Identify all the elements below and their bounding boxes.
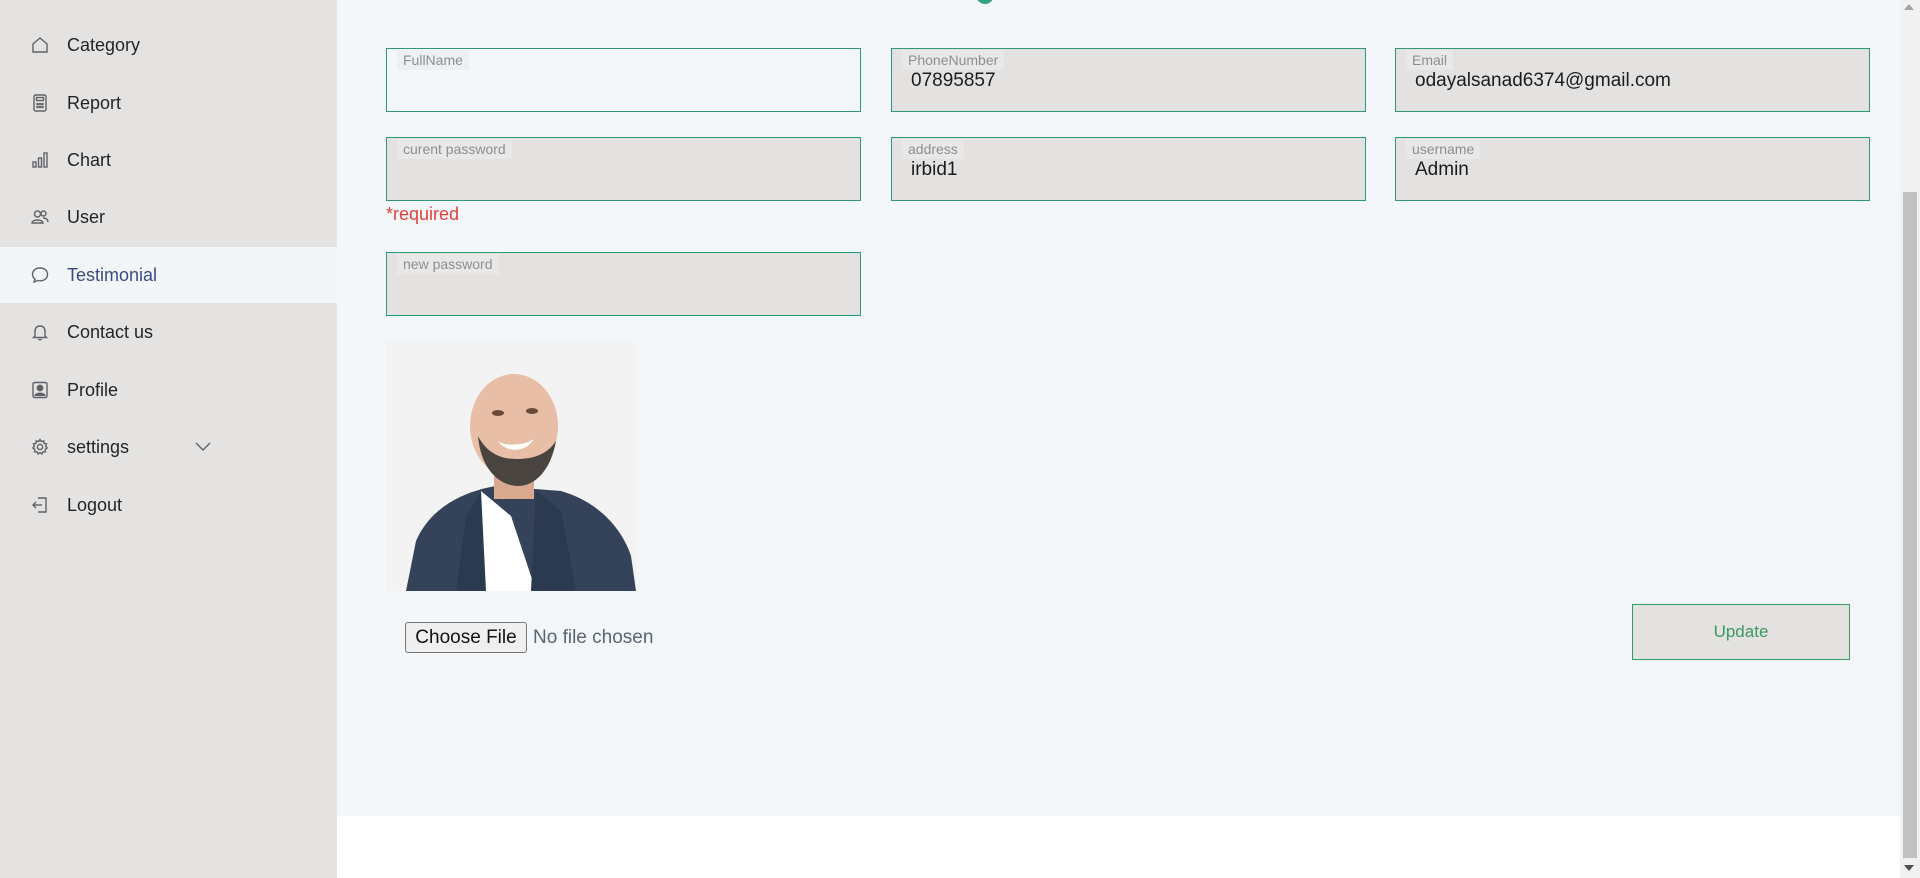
sidebar-item-label: Logout xyxy=(67,494,123,515)
avatar-illustration xyxy=(386,341,636,591)
bar-chart-icon xyxy=(29,149,51,171)
sidebar-item-label: Profile xyxy=(67,379,119,400)
required-error-message: *required xyxy=(386,204,460,224)
sidebar-item-report[interactable]: Report xyxy=(0,75,337,131)
sidebar-item-label: User xyxy=(67,206,106,227)
address-value[interactable]: irbid1 xyxy=(911,158,1351,182)
file-status-text: No file chosen xyxy=(533,627,654,648)
chevron-down-icon[interactable] xyxy=(194,437,212,455)
fullname-field[interactable]: FullName xyxy=(386,48,861,112)
status-dot xyxy=(976,0,994,4)
sidebar-item-label: Chart xyxy=(67,149,112,170)
profile-card-icon xyxy=(29,379,51,401)
home-icon xyxy=(29,34,51,56)
new-password-field[interactable]: new password xyxy=(386,252,861,316)
username-value[interactable]: Admin xyxy=(1415,158,1855,182)
sidebar-item-chart[interactable]: Chart xyxy=(0,132,337,188)
username-field[interactable]: username Admin xyxy=(1395,137,1870,201)
phone-field[interactable]: PhoneNumber 07895857 xyxy=(891,48,1366,112)
gear-icon xyxy=(29,436,51,458)
sidebar-item-label: Testimonial xyxy=(67,264,158,285)
sidebar-item-user[interactable]: User xyxy=(0,189,337,245)
new-password-label: new password xyxy=(397,254,499,274)
sidebar-item-label: settings xyxy=(67,436,130,457)
sidebar-item-contact-us[interactable]: Contact us xyxy=(0,304,337,360)
sidebar-item-label: Category xyxy=(67,34,141,55)
bell-icon xyxy=(29,321,51,343)
chat-bubble-icon xyxy=(29,264,51,286)
users-icon xyxy=(29,206,51,228)
sidebar-item-label: Contact us xyxy=(67,321,154,342)
sidebar-item-label: Report xyxy=(67,92,122,113)
address-label: address xyxy=(902,139,964,159)
sidebar-item-category[interactable]: Category xyxy=(0,17,337,73)
new-password-input[interactable] xyxy=(406,273,846,297)
current-password-field[interactable]: curent password xyxy=(386,137,861,201)
logout-icon xyxy=(29,494,51,516)
scrollbar-thumb[interactable] xyxy=(1903,192,1917,858)
scroll-down-arrow-icon[interactable] xyxy=(1904,865,1914,871)
calculator-icon xyxy=(29,92,51,114)
current-password-label: curent password xyxy=(397,139,512,159)
sidebar-item-profile[interactable]: Profile xyxy=(0,362,337,418)
scroll-up-arrow-icon[interactable] xyxy=(1904,4,1914,10)
fullname-input[interactable] xyxy=(406,69,846,93)
phone-value[interactable]: 07895857 xyxy=(911,69,1351,93)
email-value[interactable]: odayalsanad6374@gmail.com xyxy=(1415,69,1855,93)
sidebar-item-settings[interactable]: settings xyxy=(0,419,337,475)
sidebar-item-logout[interactable]: Logout xyxy=(0,477,337,533)
address-field[interactable]: address irbid1 xyxy=(891,137,1366,201)
sidebar-item-testimonial[interactable]: Testimonial xyxy=(0,247,337,303)
username-label: username xyxy=(1406,139,1481,159)
fullname-label: FullName xyxy=(397,50,469,70)
profile-avatar-image xyxy=(386,341,636,591)
sidebar: Category Report Chart User Testimonial C… xyxy=(0,0,337,878)
update-button[interactable]: Update xyxy=(1632,604,1850,660)
phone-label: PhoneNumber xyxy=(902,50,1005,70)
current-password-input[interactable] xyxy=(406,158,846,182)
page-footer-area xyxy=(337,816,1900,878)
email-label: Email xyxy=(1406,50,1454,70)
email-field[interactable]: Email odayalsanad6374@gmail.com xyxy=(1395,48,1870,112)
choose-file-button[interactable]: Choose File xyxy=(405,622,527,653)
